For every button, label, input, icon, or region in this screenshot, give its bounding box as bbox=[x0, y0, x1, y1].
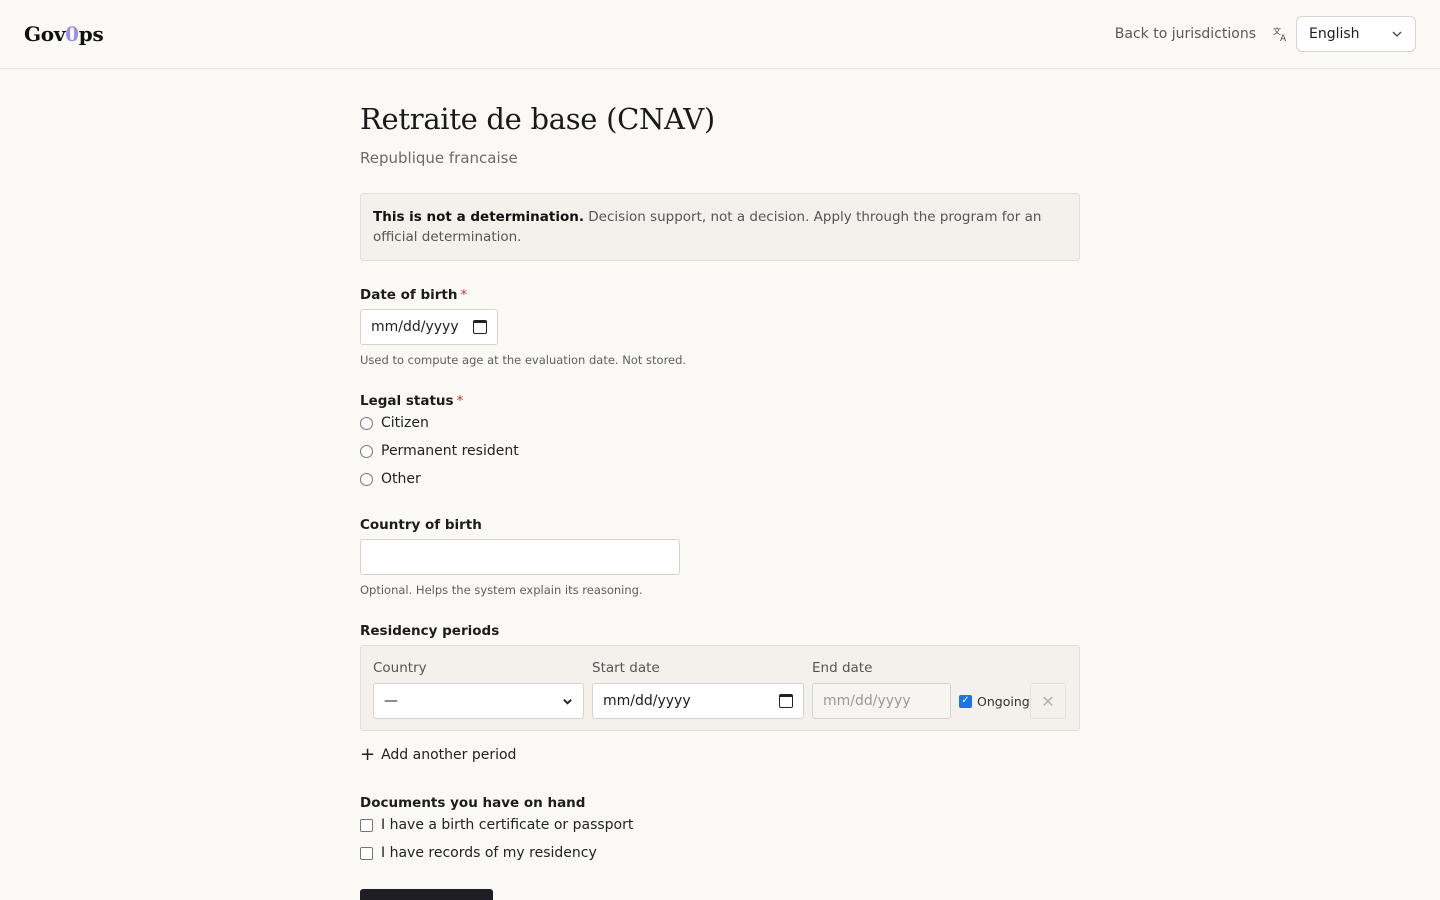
checkbox-residency-records[interactable]: I have records of my residency bbox=[360, 839, 1080, 867]
ongoing-checkbox[interactable]: ✓ Ongoing bbox=[959, 683, 1030, 719]
logo-text-end: ps bbox=[78, 22, 104, 46]
legal-status-label-text: Legal status bbox=[360, 393, 454, 409]
main-content: Retraite de base (CNAV) Republique franc… bbox=[360, 69, 1080, 867]
logo[interactable]: Gov0ps bbox=[24, 22, 104, 46]
required-mark: * bbox=[456, 393, 464, 409]
dob-label-text: Date of birth bbox=[360, 287, 458, 303]
header-actions: Back to jurisdictions 文A English bbox=[1115, 16, 1416, 52]
dob-label: Date of birth * bbox=[360, 287, 1080, 303]
radio-label: Other bbox=[381, 471, 421, 487]
legal-status-label: Legal status * bbox=[360, 393, 1080, 409]
checkbox[interactable] bbox=[360, 846, 373, 860]
page-subtitle: Republique francaise bbox=[360, 149, 518, 167]
country-column-label: Country bbox=[373, 660, 427, 676]
radio-button[interactable] bbox=[360, 416, 373, 430]
start-date-placeholder: mm/dd/yyyy bbox=[603, 693, 691, 709]
calendar-icon[interactable] bbox=[779, 694, 793, 708]
close-icon: ✕ bbox=[1041, 691, 1055, 711]
radio-label: Citizen bbox=[381, 415, 429, 431]
chevron-down-icon bbox=[1392, 31, 1402, 37]
country-of-birth-group: Country of birth Optional. Helps the sys… bbox=[360, 517, 1080, 597]
residency-end-date-input: mm/dd/yyyy bbox=[812, 683, 951, 719]
chevron-down-icon bbox=[563, 698, 572, 705]
disclaimer-bold: This is not a determination. bbox=[373, 209, 584, 225]
residency-periods-group: Residency periods Country Start date End… bbox=[360, 623, 1080, 764]
dob-input[interactable]: mm/dd/yyyy bbox=[360, 309, 498, 345]
language-select[interactable]: English bbox=[1296, 16, 1416, 52]
radio-other[interactable]: Other bbox=[360, 465, 1080, 493]
residency-period-row: Country Start date End date — mm/dd/yyyy… bbox=[360, 645, 1080, 731]
checkbox[interactable] bbox=[360, 818, 373, 832]
radio-button[interactable] bbox=[360, 472, 373, 486]
svg-text:A: A bbox=[1280, 34, 1287, 42]
radio-citizen[interactable]: Citizen bbox=[360, 409, 1080, 437]
dob-placeholder: mm/dd/yyyy bbox=[371, 319, 459, 335]
checkbox-label: I have a birth certificate or passport bbox=[381, 817, 634, 833]
legal-status-group: Legal status * Citizen Permanent resident… bbox=[360, 393, 1080, 493]
calendar-icon[interactable] bbox=[473, 320, 487, 334]
documents-group: Documents you have on hand I have a birt… bbox=[360, 795, 1080, 867]
dob-field-group: Date of birth * mm/dd/yyyy Used to comput… bbox=[360, 287, 1080, 367]
start-date-column-label: Start date bbox=[592, 660, 660, 676]
checkbox-label: I have records of my residency bbox=[381, 845, 597, 861]
submit-button[interactable] bbox=[360, 889, 493, 900]
residency-periods-label: Residency periods bbox=[360, 623, 500, 639]
plus-icon: + bbox=[360, 744, 376, 765]
add-period-button[interactable]: + Add another period bbox=[360, 746, 1080, 764]
documents-label: Documents you have on hand bbox=[360, 795, 586, 811]
top-bar: Gov0ps Back to jurisdictions 文A English bbox=[0, 0, 1440, 69]
required-mark: * bbox=[460, 287, 468, 303]
add-period-label: Add another period bbox=[381, 747, 517, 763]
country-of-birth-help: Optional. Helps the system explain its r… bbox=[360, 583, 643, 597]
disclaimer-notice: This is not a determination. Decision su… bbox=[360, 193, 1080, 261]
dob-help: Used to compute age at the evaluation da… bbox=[360, 353, 687, 367]
end-date-column-label: End date bbox=[812, 660, 873, 676]
page-title: Retraite de base (CNAV) bbox=[360, 102, 715, 136]
translate-icon: 文A bbox=[1272, 25, 1290, 43]
end-date-placeholder: mm/dd/yyyy bbox=[823, 693, 911, 709]
residency-country-value: — bbox=[384, 693, 398, 709]
residency-country-select[interactable]: — bbox=[373, 683, 584, 719]
checkbox-birth-certificate[interactable]: I have a birth certificate or passport bbox=[360, 811, 1080, 839]
logo-text-start: Gov bbox=[24, 22, 66, 46]
country-of-birth-input[interactable] bbox=[360, 539, 680, 575]
logo-accent: 0 bbox=[65, 22, 79, 46]
back-to-jurisdictions-link[interactable]: Back to jurisdictions bbox=[1115, 26, 1256, 42]
language-select-value: English bbox=[1309, 26, 1360, 42]
remove-period-button: ✕ bbox=[1030, 683, 1066, 719]
residency-start-date-input[interactable]: mm/dd/yyyy bbox=[592, 683, 804, 719]
radio-button[interactable] bbox=[360, 444, 373, 458]
ongoing-label: Ongoing bbox=[977, 693, 1030, 709]
radio-label: Permanent resident bbox=[381, 443, 519, 459]
country-of-birth-label: Country of birth bbox=[360, 517, 482, 533]
radio-permanent-resident[interactable]: Permanent resident bbox=[360, 437, 1080, 465]
checkmark-icon[interactable]: ✓ bbox=[959, 694, 972, 708]
